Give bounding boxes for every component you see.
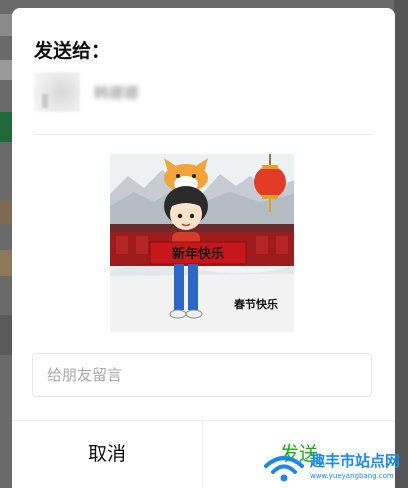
wifi-logo-icon bbox=[264, 456, 304, 482]
background-edge bbox=[394, 0, 408, 488]
recipient-avatar bbox=[34, 72, 80, 112]
watermark-title: 趣丰市站点网 bbox=[310, 452, 401, 470]
divider bbox=[34, 134, 373, 135]
share-dialog: 发送给： 韩娜娜 新年快乐 春节快乐 给朋友留言 取消 发送 bbox=[12, 8, 395, 488]
recipient-name: 韩娜娜 bbox=[94, 84, 140, 102]
sticker-image: 新年快乐 春节快乐 bbox=[110, 154, 294, 332]
sticker-caption: 春节快乐 bbox=[234, 298, 278, 311]
cancel-button[interactable]: 取消 bbox=[12, 421, 203, 488]
message-input[interactable] bbox=[32, 353, 372, 397]
watermark: 趣丰市站点网 www.yueyangbang.com bbox=[262, 446, 408, 488]
watermark-url: www.yueyangbang.com bbox=[310, 472, 394, 480]
avatar-detail bbox=[42, 94, 48, 108]
dialog-title: 发送给： bbox=[34, 40, 111, 62]
banner-text: 新年快乐 bbox=[172, 246, 224, 262]
